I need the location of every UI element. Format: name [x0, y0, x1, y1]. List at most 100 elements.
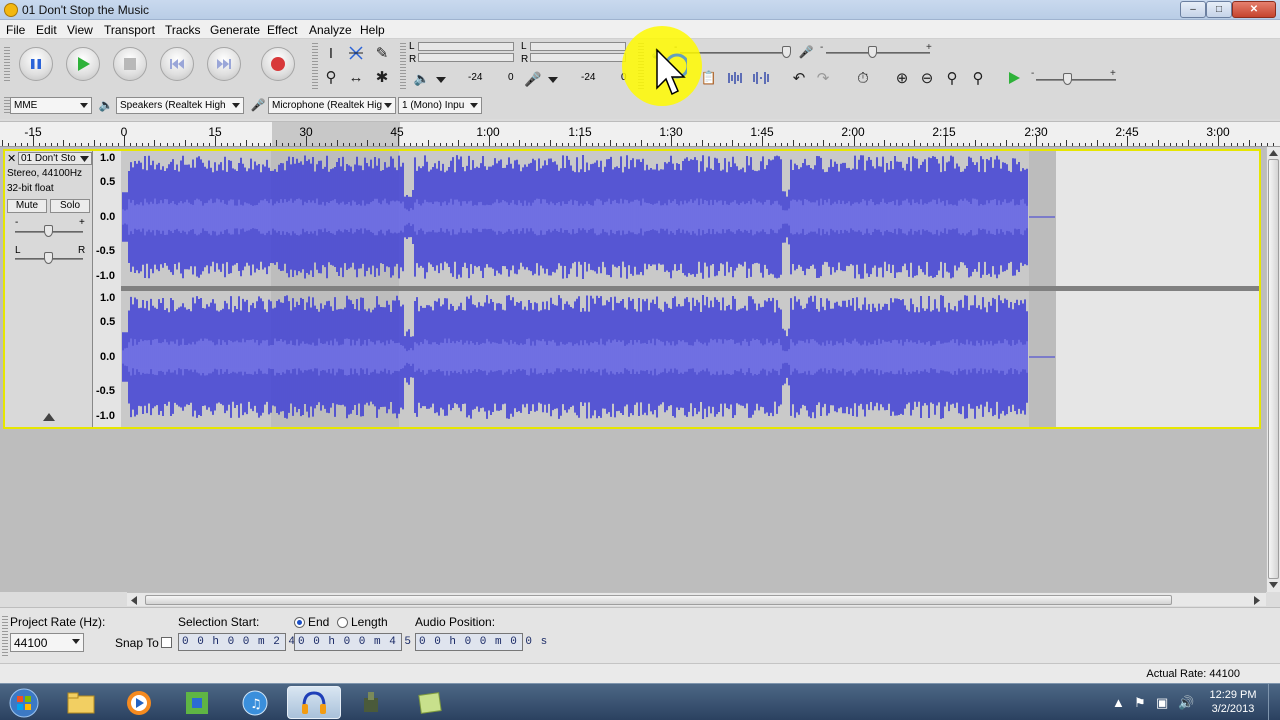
record-meter-left[interactable] — [530, 42, 626, 51]
menu-generate[interactable]: Generate — [210, 23, 260, 37]
record-meter-right[interactable] — [530, 53, 626, 62]
show-desktop-button[interactable] — [1268, 684, 1280, 720]
menu-edit[interactable]: Edit — [36, 23, 57, 37]
sync-lock-icon[interactable]: ⏱ — [852, 68, 874, 88]
envelope-tool-icon[interactable] — [345, 43, 367, 63]
taskbar-notes[interactable] — [403, 686, 457, 719]
audio-position-time[interactable]: 0 0 h 0 0 m 0 0 s — [415, 633, 547, 651]
gain-slider-thumb[interactable] — [44, 225, 53, 237]
waveform-display[interactable] — [121, 151, 1259, 427]
taskbar-chrome[interactable] — [170, 686, 224, 719]
track-name-menu[interactable]: 01 Don't Sto — [18, 152, 92, 165]
redo-icon[interactable]: ↷ — [812, 68, 834, 88]
draw-tool-icon[interactable]: ✎ — [371, 43, 393, 63]
skip-to-end-button[interactable] — [207, 47, 241, 81]
silence-icon[interactable] — [750, 68, 772, 88]
play-speed-slider[interactable] — [1036, 79, 1116, 81]
track-close-icon[interactable]: ✕ — [7, 152, 16, 165]
fit-project-icon[interactable]: ⚲ — [967, 68, 989, 88]
vertical-scroll-thumb[interactable] — [1268, 159, 1279, 579]
input-channels-select[interactable]: 1 (Mono) Inpu — [398, 97, 482, 114]
mute-button[interactable]: Mute — [7, 199, 47, 213]
ruler-tick — [920, 143, 922, 146]
ruler-tick — [8, 143, 10, 146]
vertical-scrollbar[interactable] — [1266, 147, 1280, 592]
track-menu-arrow-icon — [80, 156, 89, 162]
taskbar-itunes[interactable]: ♫ — [228, 686, 282, 719]
menu-help[interactable]: Help — [360, 23, 385, 37]
scroll-down-icon[interactable] — [1269, 582, 1278, 588]
collapse-track-icon[interactable] — [43, 413, 55, 421]
system-clock[interactable]: 12:29 PM 3/2/2013 — [1202, 688, 1264, 716]
maximize-button[interactable]: □ — [1206, 1, 1232, 18]
time-shift-tool-icon[interactable]: ↔ — [345, 67, 367, 87]
toolbar-grip[interactable] — [2, 616, 8, 656]
pan-slider-thumb[interactable] — [44, 252, 53, 264]
timeline-ruler[interactable]: -15 0 15 30 45 1:00 1:15 1:30 1:45 2:00 … — [0, 121, 1280, 147]
zoom-out-icon[interactable]: ⊖ — [916, 68, 938, 88]
toolbar-grip[interactable] — [4, 47, 10, 81]
taskbar-media-player[interactable] — [112, 686, 166, 719]
zoom-tool-icon[interactable]: ⚲ — [320, 67, 342, 87]
solo-button[interactable]: Solo — [50, 199, 90, 213]
menu-transport[interactable]: Transport — [104, 23, 155, 37]
taskbar-audacity[interactable] — [287, 686, 341, 719]
record-button[interactable] — [261, 47, 295, 81]
taskbar-explorer[interactable] — [54, 686, 108, 719]
menu-analyze[interactable]: Analyze — [309, 23, 352, 37]
toolbar-grip[interactable] — [312, 43, 318, 91]
minimize-button[interactable]: – — [1180, 1, 1206, 18]
end-radio[interactable] — [294, 617, 305, 628]
input-device-select[interactable]: Microphone (Realtek Hig — [268, 97, 396, 114]
play-meter-left[interactable] — [418, 42, 514, 51]
scroll-left-icon[interactable] — [131, 596, 137, 605]
skip-to-start-button[interactable] — [160, 47, 194, 81]
zoom-in-icon[interactable]: ⊕ — [891, 68, 913, 88]
input-volume-thumb[interactable] — [868, 46, 877, 58]
play-button[interactable] — [66, 47, 100, 81]
play-meter-right[interactable] — [418, 53, 514, 62]
action-center-flag-icon[interactable]: ⚑ — [1134, 695, 1146, 711]
selection-end-time[interactable]: 0 0 h 0 0 m 4 5 s — [294, 633, 426, 651]
menu-view[interactable]: View — [67, 23, 93, 37]
menu-file[interactable]: File — [6, 23, 25, 37]
menu-effect[interactable]: Effect — [267, 23, 297, 37]
network-icon[interactable]: ▣ — [1156, 695, 1168, 711]
selection-start-time[interactable]: 0 0 h 0 0 m 2 4 s — [178, 633, 310, 651]
output-device-select[interactable]: Speakers (Realtek High — [116, 97, 244, 114]
horizontal-scroll-thumb[interactable] — [145, 595, 1172, 605]
speed-minus: - — [1031, 68, 1035, 79]
volume-icon[interactable]: 🔊 — [1178, 695, 1194, 711]
play-speed-thumb[interactable] — [1063, 73, 1072, 85]
output-volume-thumb[interactable] — [782, 46, 791, 58]
scroll-right-icon[interactable] — [1254, 596, 1260, 605]
play-at-speed-icon[interactable] — [1003, 68, 1025, 88]
snap-to-checkbox[interactable] — [161, 637, 172, 648]
horizontal-scrollbar[interactable] — [127, 592, 1266, 606]
scroll-up-icon[interactable] — [1269, 150, 1278, 156]
track-panel[interactable]: ✕ 01 Don't Sto Stereo, 44100Hz 32-bit fl… — [0, 147, 1266, 592]
close-button[interactable]: ✕ — [1232, 1, 1276, 18]
selection-tool-icon[interactable]: I — [320, 43, 342, 63]
y-axis-label: -1.0 — [96, 270, 115, 282]
show-hidden-icons-icon[interactable]: ▲ — [1112, 695, 1125, 710]
play-meter-menu-arrow-icon[interactable] — [436, 77, 446, 83]
record-meter-menu-arrow-icon[interactable] — [548, 77, 558, 83]
ruler-tick — [744, 143, 746, 146]
stop-button[interactable] — [113, 47, 147, 81]
trim-icon[interactable] — [724, 68, 746, 88]
taskbar-camtasia[interactable] — [345, 686, 399, 719]
audio-host-select[interactable]: MME — [10, 97, 92, 114]
fit-selection-icon[interactable]: ⚲ — [941, 68, 963, 88]
toolbar-grip[interactable] — [400, 43, 406, 91]
ruler-tick — [178, 143, 180, 146]
length-radio[interactable] — [337, 617, 348, 628]
pause-button[interactable] — [19, 47, 53, 81]
start-button[interactable] — [0, 686, 48, 719]
speaker-icon: 🔈 — [413, 71, 431, 86]
undo-icon[interactable]: ↶ — [788, 68, 810, 88]
input-volume-slider[interactable] — [826, 52, 930, 54]
menu-tracks[interactable]: Tracks — [165, 23, 201, 37]
multi-tool-icon[interactable]: ✱ — [371, 67, 393, 87]
project-rate-select[interactable]: 44100 — [10, 633, 84, 652]
